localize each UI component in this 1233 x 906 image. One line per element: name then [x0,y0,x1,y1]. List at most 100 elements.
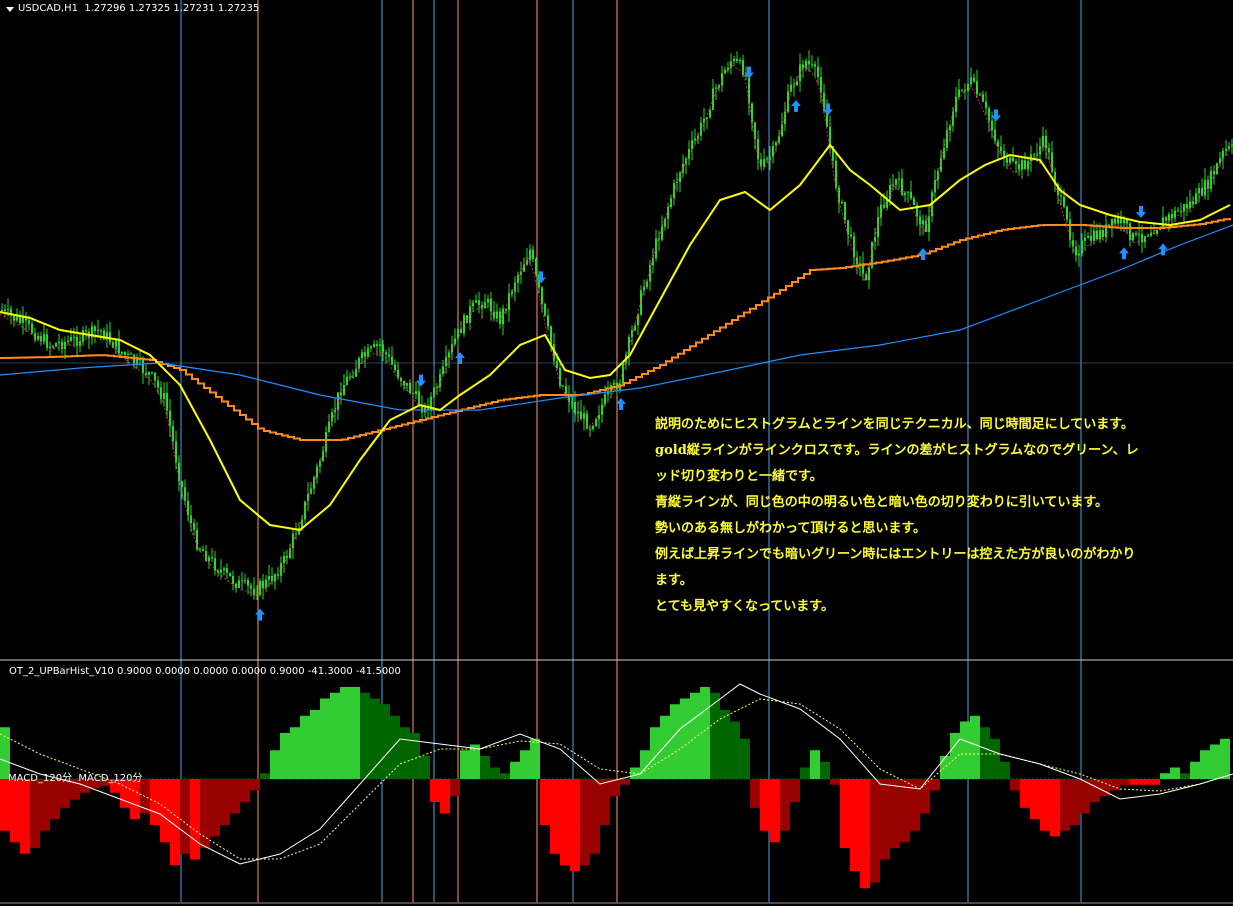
histogram-bar [520,750,530,779]
candle-body [475,300,477,303]
candle-body [865,273,867,281]
candle-body [976,81,978,95]
histogram-bar [130,779,140,820]
candle-body [1168,214,1170,221]
candle-body [433,387,435,397]
candle-body [313,477,315,489]
candle-body [238,580,240,588]
candle-body [70,337,72,341]
candle-body [118,340,120,354]
candle-body [922,220,924,225]
histogram-bar [260,773,270,779]
candle-body [223,568,225,570]
histogram-bar [200,779,210,848]
candle-body [466,315,468,323]
candle-body [43,334,45,342]
candle-body [94,326,96,332]
candle-body [532,249,534,260]
candle-body [1018,163,1020,170]
candle-body [850,234,852,237]
candle-body [1156,230,1158,234]
histogram-bar [1220,738,1230,779]
candle-body [7,308,9,310]
candle-body [28,320,30,324]
arrow-down-icon [1136,206,1146,218]
candle-body [958,89,960,97]
candle-body [964,90,966,92]
candle-body [895,179,897,185]
candle-body [85,330,87,332]
histogram-bar [760,779,770,831]
candle-body [727,67,729,70]
candle-body [445,357,447,367]
candle-body [187,500,189,516]
histogram-bar [930,779,940,791]
chart-window[interactable]: USDCAD,H1 1.27296 1.27325 1.27231 1.2723… [0,0,1233,906]
candle-body [181,481,183,488]
candle-body [31,323,33,334]
candle-body [478,300,480,305]
candle-body [1141,234,1143,243]
histogram-bar [350,687,360,779]
candle-body [487,298,489,303]
candle-body [226,568,228,573]
candle-body [157,380,159,388]
candle-body [349,376,351,378]
candle-body [196,529,198,550]
candle-body [439,374,441,388]
histogram-bar [340,687,350,779]
candle-body [388,354,390,357]
candle-body [1069,219,1071,241]
candle-body [1066,206,1068,220]
candle-body [892,184,894,186]
candle-body [1063,196,1065,207]
histogram-bar [540,779,550,825]
candle-body [949,125,951,131]
candle-body [1048,148,1050,153]
candle-body [934,180,936,193]
candle-body [556,360,558,369]
candle-body [961,89,963,91]
candle-body [1,310,3,312]
histogram-bar [280,733,290,779]
candle-body [1195,193,1197,205]
symbol-menu-icon[interactable] [6,7,14,12]
histogram-bar [20,779,30,854]
histogram-bar [220,779,230,825]
histogram-bar [1180,773,1190,779]
candle-body [574,401,576,414]
candle-body [1096,230,1098,240]
candle-body [814,64,816,67]
candle-body [859,263,861,265]
annotation-line: ます。 [655,573,693,588]
candle-body [547,315,549,327]
candle-body [796,81,798,86]
candle-body [841,201,843,203]
candle-body [1045,135,1047,149]
candle-body [496,311,498,319]
candle-body [73,336,75,338]
histogram-bar [570,779,580,871]
candle-body [361,352,363,358]
histogram-bar [1130,779,1140,785]
candle-body [985,101,987,109]
candle-body [718,85,720,88]
histogram-bar [1090,779,1100,802]
candle-body [829,126,831,147]
candle-body [880,204,882,218]
histogram-bar [790,779,800,802]
histogram-bar [420,756,430,779]
histogram-bar [730,721,740,779]
histogram-bar [400,727,410,779]
candle-body [97,330,99,332]
candle-body [511,291,513,294]
histogram-bar [800,767,810,779]
candle-body [1099,229,1101,240]
candle-body [283,556,285,564]
candle-body [250,585,252,589]
candle-body [1177,210,1179,212]
candle-body [145,372,147,375]
annotation-line: 例えば上昇ラインでも暗いグリーン時にはエントリーは控えた方が良いのがわかり [655,547,1136,562]
candle-body [577,411,579,414]
histogram-bar [1210,744,1220,779]
